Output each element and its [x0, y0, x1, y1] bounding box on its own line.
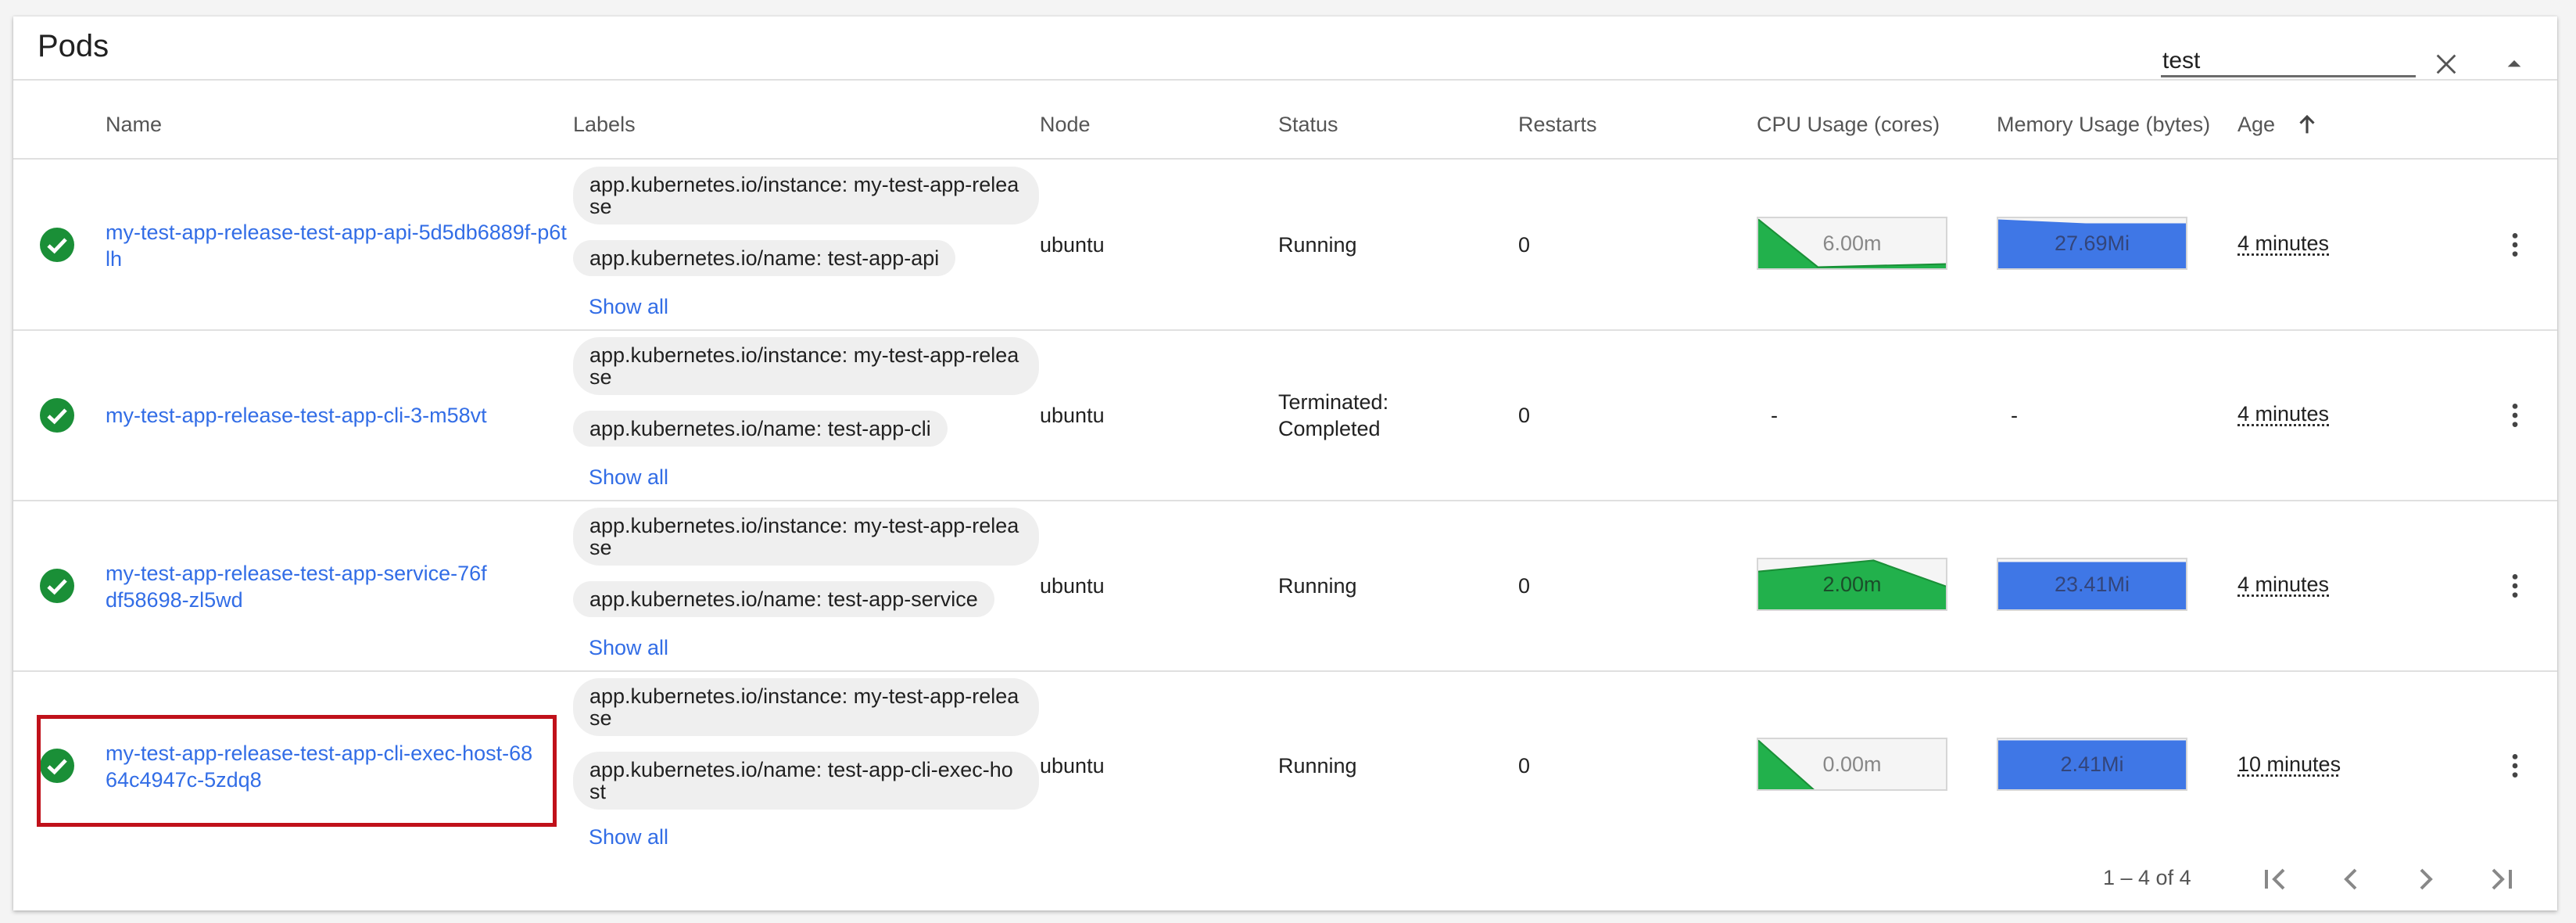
label-chip: app.kubernetes.io/instance: my-test-app-…	[573, 337, 1039, 395]
card-header: Pods	[13, 16, 2557, 81]
check-circle-icon	[40, 749, 74, 783]
more-vert-icon[interactable]	[2499, 747, 2531, 785]
cpu-usage-value: 0.00m	[1822, 752, 1882, 776]
status-cell: Running	[1278, 754, 1357, 778]
restarts-cell: 0	[1518, 404, 1531, 427]
memory-usage-value: -	[2011, 404, 2018, 427]
pod-name-link[interactable]: my-test-app-release-test-app-cli-3-m58vt	[106, 402, 568, 429]
card-title: Pods	[38, 29, 109, 63]
pagination-range: 1 – 4 of 4	[2103, 866, 2191, 889]
column-header-cpu[interactable]: CPU Usage (cores)	[1757, 113, 1940, 137]
show-all-labels-link[interactable]: Show all	[589, 825, 668, 849]
pod-name-link[interactable]: my-test-app-release-test-app-api-5d5db68…	[106, 219, 568, 272]
clear-search-button[interactable]	[2427, 45, 2465, 83]
status-cell: Running	[1278, 233, 1357, 257]
status-cell: Terminated: Completed	[1278, 390, 1389, 440]
first-page-icon[interactable]	[2257, 860, 2295, 898]
show-all-labels-link[interactable]: Show all	[589, 465, 668, 490]
label-chip: app.kubernetes.io/name: test-app-cli-exe…	[573, 752, 1039, 810]
node-cell: ubuntu	[1040, 574, 1105, 598]
label-chip: app.kubernetes.io/instance: my-test-app-…	[573, 167, 1039, 224]
check-circle-icon	[40, 569, 74, 603]
close-icon	[2436, 54, 2456, 74]
age-cell: 4 minutes	[2237, 232, 2330, 255]
table-row: my-test-app-release-test-app-service-76f…	[13, 501, 2557, 672]
memory-usage-value: 2.41Mi	[2060, 752, 2124, 776]
table-row: my-test-app-release-test-app-cli-3-m58vt…	[13, 331, 2557, 501]
pod-name-link[interactable]: my-test-app-release-test-app-service-76f…	[106, 560, 496, 613]
node-cell: ubuntu	[1040, 404, 1105, 427]
chevron-right-icon[interactable]	[2407, 860, 2445, 898]
table-row: my-test-app-release-test-app-api-5d5db68…	[13, 160, 2557, 331]
age-cell: 4 minutes	[2237, 402, 2330, 426]
label-chip: app.kubernetes.io/name: test-app-cli	[573, 411, 948, 447]
table-header: Name Labels Node Status Restarts CPU Usa…	[13, 82, 2557, 160]
column-header-memory[interactable]: Memory Usage (bytes)	[1997, 113, 2210, 137]
memory-sparkline: 27.69Mi	[1997, 217, 2187, 270]
show-all-labels-link[interactable]: Show all	[589, 636, 668, 660]
show-all-labels-link[interactable]: Show all	[589, 295, 668, 319]
cpu-usage-value: -	[1771, 404, 1778, 427]
restarts-cell: 0	[1518, 754, 1531, 778]
label-chip: app.kubernetes.io/instance: my-test-app-…	[573, 508, 1039, 566]
age-cell: 4 minutes	[2237, 573, 2330, 596]
search-input[interactable]	[2161, 46, 2416, 77]
more-vert-icon[interactable]	[2499, 226, 2531, 264]
arrow-drop-up-icon	[2507, 60, 2521, 67]
cpu-sparkline: 0.00m	[1757, 738, 1947, 791]
chevron-left-icon[interactable]	[2332, 860, 2370, 898]
restarts-cell: 0	[1518, 574, 1531, 598]
column-header-status[interactable]: Status	[1278, 113, 1338, 137]
memory-usage-value: 23.41Mi	[2054, 572, 2130, 596]
restarts-cell: 0	[1518, 233, 1531, 257]
more-vert-icon[interactable]	[2499, 567, 2531, 605]
table-row: my-test-app-release-test-app-cli-exec-ho…	[13, 672, 2557, 864]
collapse-button[interactable]	[2495, 45, 2533, 83]
age-cell: 10 minutes	[2237, 752, 2341, 776]
memory-sparkline: 2.41Mi	[1997, 738, 2187, 791]
pods-card: Pods Name Labels Node Status Restarts CP…	[13, 16, 2557, 910]
column-header-age[interactable]: Age	[2237, 113, 2275, 137]
status-cell: Running	[1278, 574, 1357, 598]
pod-name-link[interactable]: my-test-app-release-test-app-cli-exec-ho…	[106, 740, 543, 793]
node-cell: ubuntu	[1040, 233, 1105, 257]
node-cell: ubuntu	[1040, 754, 1105, 778]
cpu-usage-value: 2.00m	[1822, 572, 1882, 596]
label-chip: app.kubernetes.io/name: test-app-service	[573, 581, 994, 617]
label-chip: app.kubernetes.io/instance: my-test-app-…	[573, 678, 1039, 736]
arrow-upward-icon[interactable]	[2294, 111, 2320, 138]
column-header-labels: Labels	[573, 113, 636, 136]
last-page-icon[interactable]	[2482, 860, 2520, 898]
cpu-usage-value: 6.00m	[1822, 231, 1882, 255]
cpu-sparkline: 6.00m	[1757, 217, 1947, 270]
search-box	[2161, 27, 2416, 84]
cpu-sparkline: 2.00m	[1757, 558, 1947, 611]
pagination-bar: 1 – 4 of 4	[13, 848, 2557, 910]
memory-sparkline: 23.41Mi	[1997, 558, 2187, 611]
more-vert-icon[interactable]	[2499, 397, 2531, 434]
label-chip: app.kubernetes.io/name: test-app-api	[573, 240, 956, 276]
column-header-restarts[interactable]: Restarts	[1518, 113, 1597, 137]
memory-usage-value: 27.69Mi	[2054, 231, 2130, 255]
column-header-name[interactable]: Name	[106, 113, 162, 137]
column-header-node[interactable]: Node	[1040, 113, 1091, 137]
check-circle-icon	[40, 398, 74, 433]
check-circle-icon	[40, 228, 74, 262]
